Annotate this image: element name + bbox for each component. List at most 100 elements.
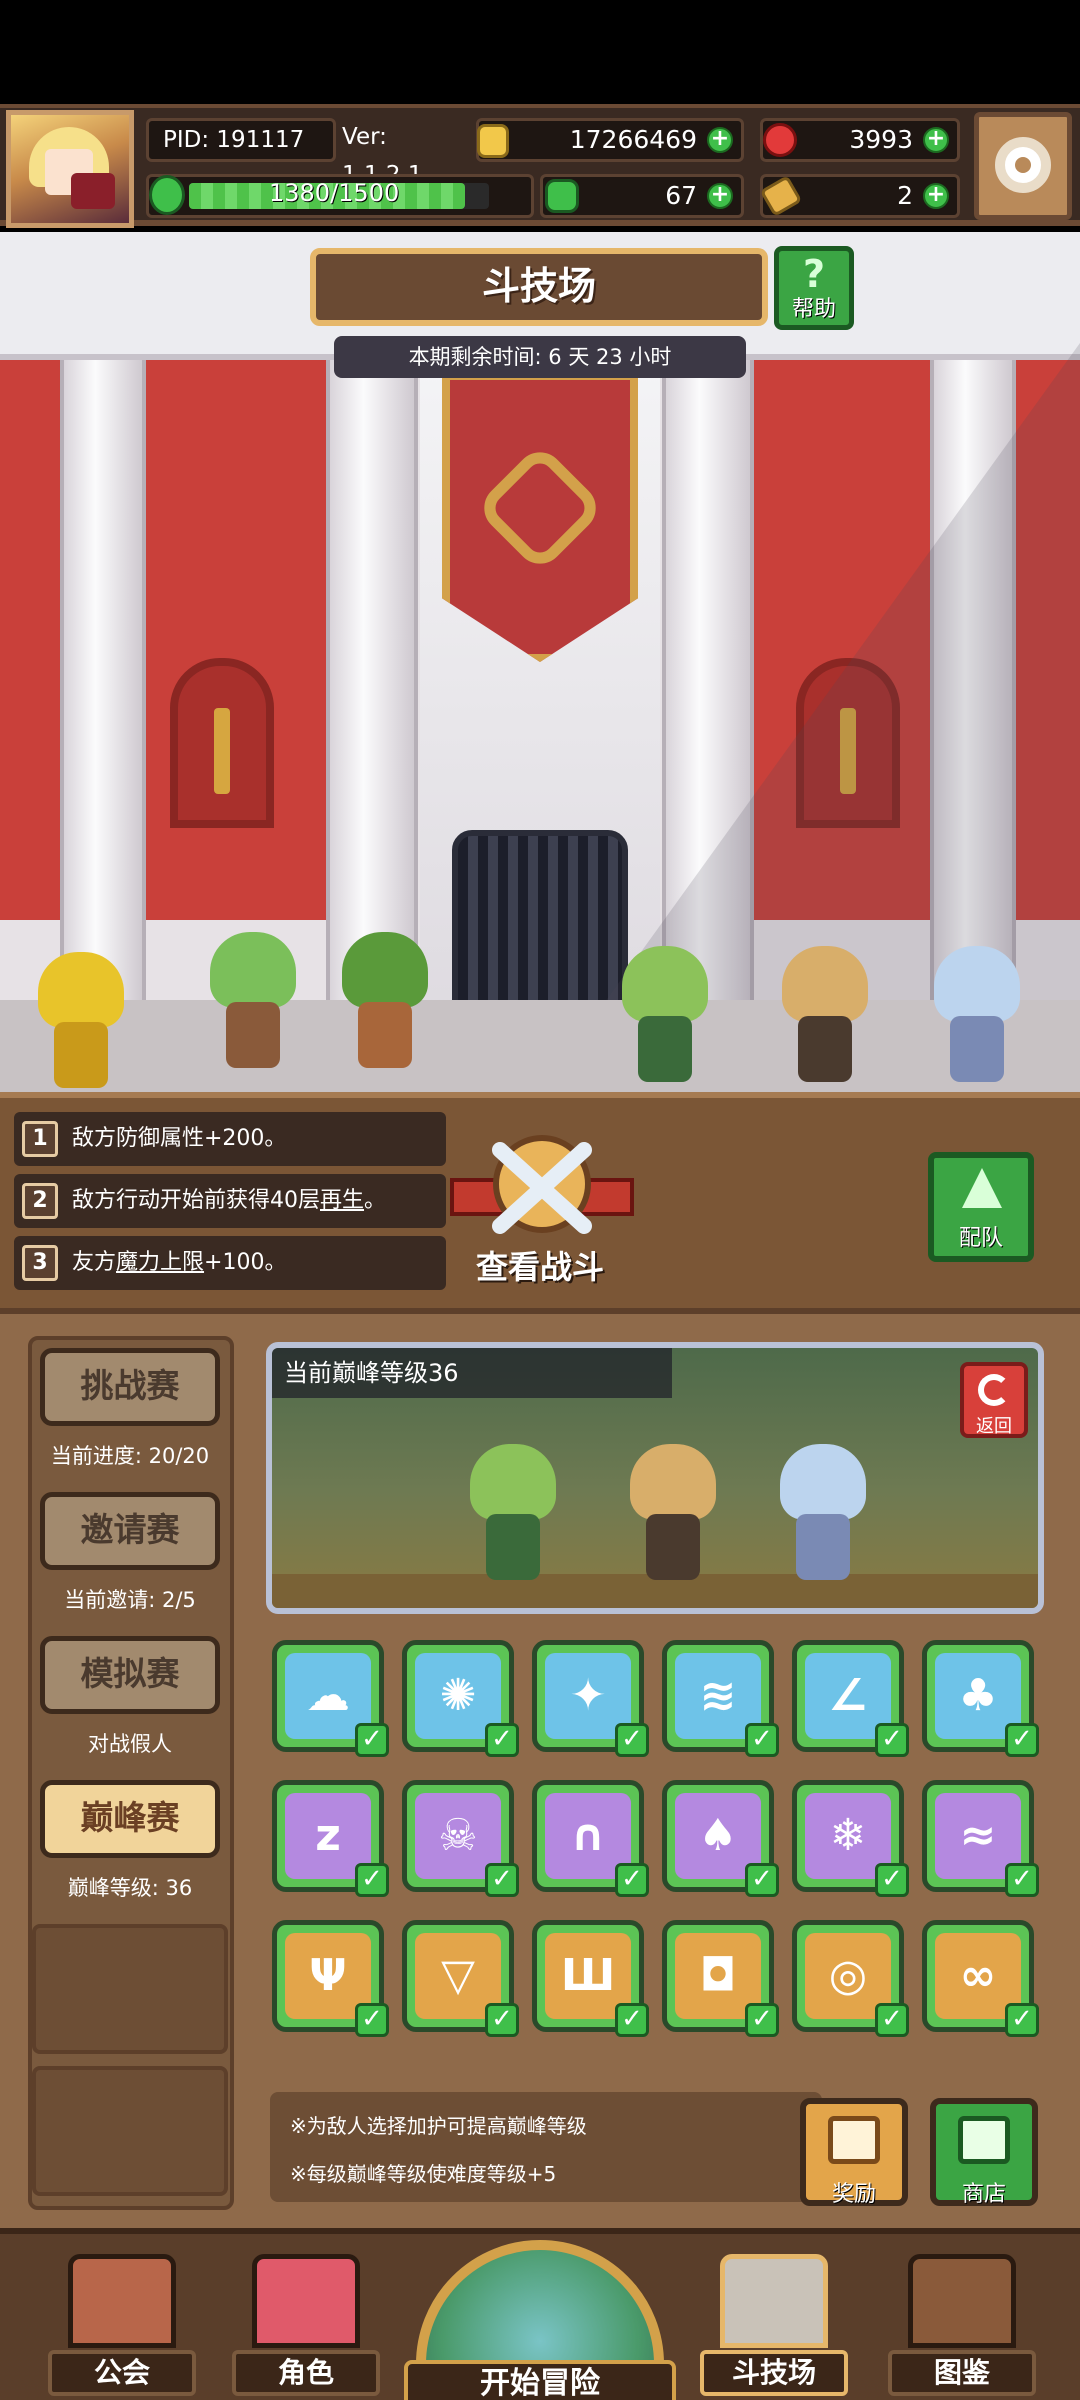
view-battle-button[interactable]: 查看战斗 bbox=[430, 1242, 650, 1286]
modifier-tile[interactable]: ❄ ✓ bbox=[792, 1780, 909, 1897]
modifier-tile[interactable]: ✺ ✓ bbox=[402, 1640, 519, 1757]
mode-invitational-button[interactable]: 邀请赛 bbox=[40, 1492, 220, 1570]
modifier-tile[interactable]: ☁ ✓ bbox=[272, 1640, 389, 1757]
hero-sprite bbox=[330, 932, 440, 1072]
stamina-bar: 1380/1500 bbox=[146, 174, 534, 218]
modifier-tile[interactable]: ◘ ✓ bbox=[662, 1920, 779, 2037]
checkmark-icon: ✓ bbox=[745, 2003, 779, 2037]
pid-label: PID: 191117 bbox=[163, 127, 305, 153]
nav-character[interactable]: 角色 bbox=[232, 2246, 380, 2396]
modifier-tile[interactable]: ▽ ✓ bbox=[402, 1920, 519, 2037]
hero-sprite bbox=[458, 1444, 568, 1584]
buff-text-end: 。 bbox=[364, 1188, 387, 1213]
checkmark-icon: ✓ bbox=[745, 1723, 779, 1757]
modifier-tile[interactable]: ♣ ✓ bbox=[922, 1640, 1039, 1757]
hero-body bbox=[358, 1002, 412, 1068]
hero-body bbox=[486, 1514, 540, 1580]
note-line: ※为敌人选择加护可提高巅峰等级 bbox=[290, 2114, 587, 2138]
add-clover-button[interactable]: + bbox=[707, 183, 733, 209]
modifier-tile[interactable]: ∠ ✓ bbox=[792, 1640, 909, 1757]
add-gold-button[interactable]: + bbox=[707, 127, 733, 153]
nav-guild[interactable]: 公会 bbox=[48, 2246, 196, 2396]
modifier-tile[interactable]: ◎ ✓ bbox=[792, 1920, 909, 2037]
mode-challenge-button[interactable]: 挑战赛 bbox=[40, 1348, 220, 1426]
modifier-tile[interactable]: ☠ ✓ bbox=[402, 1780, 519, 1897]
settings-button[interactable] bbox=[974, 112, 1072, 220]
clover-amount: 67 bbox=[665, 181, 697, 210]
view-battle-badge[interactable] bbox=[444, 1128, 640, 1252]
peak-level-header: 当前巅峰等级36 bbox=[272, 1348, 672, 1398]
checkmark-icon: ✓ bbox=[745, 1863, 779, 1897]
back-button[interactable]: 返回 bbox=[960, 1362, 1028, 1438]
note-line: ※每级巅峰等级使难度等级+5 bbox=[290, 2162, 557, 2186]
mode-simulation-button[interactable]: 模拟赛 bbox=[40, 1636, 220, 1714]
buff-item: 3 友方魔力上限+100。 bbox=[14, 1236, 446, 1290]
checkmark-icon: ✓ bbox=[1005, 1723, 1039, 1757]
octagon-emblem-icon bbox=[474, 442, 606, 574]
buff-item: 2 敌方行动开始前获得40层再生。 bbox=[14, 1174, 446, 1228]
sword-icon bbox=[214, 708, 230, 794]
modifier-tile[interactable]: ≋ ✓ bbox=[662, 1640, 779, 1757]
question-icon: ? bbox=[802, 252, 826, 296]
hero-head bbox=[342, 932, 428, 1008]
buff-keyword-link[interactable]: 再生 bbox=[320, 1188, 364, 1213]
season-timer: 本期剩余时间: 6 天 23 小时 bbox=[334, 336, 746, 378]
character-portrait-icon bbox=[252, 2254, 360, 2348]
nav-arena[interactable]: 斗技场 bbox=[700, 2246, 848, 2396]
start-adventure-label: 开始冒险 bbox=[404, 2360, 676, 2400]
hero-body bbox=[638, 1016, 692, 1082]
buff-keyword-link[interactable]: 魔力上限 bbox=[116, 1250, 204, 1275]
modifier-tile[interactable]: ✦ ✓ bbox=[532, 1640, 649, 1757]
modifier-tile[interactable]: Ш ✓ bbox=[532, 1920, 649, 2037]
hero-body bbox=[798, 1016, 852, 1082]
nav-codex[interactable]: 图鉴 bbox=[888, 2246, 1036, 2396]
pid-panel: PID: 191117 bbox=[146, 118, 336, 162]
hero-head bbox=[934, 946, 1020, 1022]
back-label: 返回 bbox=[976, 1416, 1012, 1437]
mode-peak-button[interactable]: 巅峰赛 bbox=[40, 1780, 220, 1858]
checkmark-icon: ✓ bbox=[1005, 1863, 1039, 1897]
player-avatar[interactable] bbox=[6, 110, 134, 228]
modifier-tile[interactable]: ≈ ✓ bbox=[922, 1780, 1039, 1897]
hero-sprite bbox=[618, 1444, 728, 1584]
clover-panel: 67 + bbox=[540, 174, 744, 218]
checkmark-icon: ✓ bbox=[485, 1723, 519, 1757]
key-icon bbox=[759, 175, 803, 217]
team-setup-button[interactable]: 配队 bbox=[928, 1152, 1034, 1262]
buff-text: 友方 bbox=[72, 1250, 117, 1275]
buff-number: 3 bbox=[22, 1245, 58, 1281]
gold-amount: 17266469 bbox=[569, 125, 697, 154]
modifier-tile[interactable]: ∞ ✓ bbox=[922, 1920, 1039, 2037]
add-key-button[interactable]: + bbox=[923, 183, 949, 209]
mode-challenge-progress: 当前进度: 20/20 bbox=[50, 1444, 210, 1468]
gold-panel: 17266469 + bbox=[476, 118, 744, 162]
help-button[interactable]: ? 帮助 bbox=[774, 246, 854, 330]
ruby-icon bbox=[763, 123, 797, 157]
nav-arena-label: 斗技场 bbox=[700, 2350, 848, 2396]
buff-number: 1 bbox=[22, 1121, 58, 1157]
guild-hall-icon bbox=[68, 2254, 176, 2348]
hero-sprite bbox=[768, 1444, 878, 1584]
hero-sprite bbox=[610, 946, 720, 1086]
key-panel: 2 + bbox=[759, 174, 960, 218]
buff-number: 2 bbox=[22, 1183, 58, 1219]
checkmark-icon: ✓ bbox=[875, 2003, 909, 2037]
stamina-value: 1380/1500 bbox=[269, 179, 400, 207]
modifier-tile[interactable]: ♠ ✓ bbox=[662, 1780, 779, 1897]
help-label: 帮助 bbox=[791, 297, 836, 322]
start-adventure-button[interactable]: 开始冒险 bbox=[404, 2240, 676, 2400]
modifier-tile[interactable]: z ✓ bbox=[272, 1780, 389, 1897]
empty-mode-slot bbox=[32, 1924, 228, 2054]
gold-coin-icon bbox=[477, 124, 509, 158]
modifier-tile[interactable]: ∩ ✓ bbox=[532, 1780, 649, 1897]
hero-body bbox=[54, 1022, 108, 1088]
shop-button[interactable]: 商店 bbox=[930, 2098, 1038, 2207]
avatar-bow bbox=[71, 173, 115, 209]
modifier-tile[interactable]: Ψ ✓ bbox=[272, 1920, 389, 2037]
hero-sprite bbox=[198, 932, 308, 1072]
party-icon bbox=[962, 1168, 1002, 1208]
nav-guild-label: 公会 bbox=[48, 2350, 196, 2396]
hero-head bbox=[780, 1444, 866, 1520]
add-gem-button[interactable]: + bbox=[923, 127, 949, 153]
reward-button[interactable]: 奖励 bbox=[800, 2098, 908, 2207]
